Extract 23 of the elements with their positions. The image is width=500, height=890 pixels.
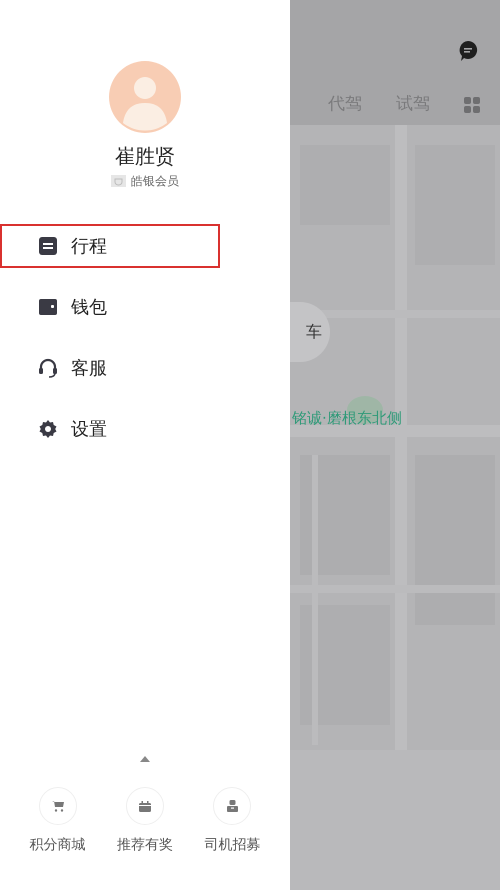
shortcut-button[interactable] — [38, 787, 77, 825]
menu-item[interactable]: 钱包 — [0, 285, 220, 329]
membership-level: 皓银会员 — [131, 173, 179, 190]
menu-item[interactable]: 行程 — [0, 224, 220, 268]
menu-item[interactable]: 客服 — [0, 346, 220, 390]
expand-caret-icon[interactable] — [140, 756, 150, 762]
pickup-label: 铭诚·磨根东北侧 — [292, 408, 402, 429]
calendar-icon — [138, 800, 151, 812]
message-icon[interactable] — [458, 40, 478, 62]
person-icon — [226, 800, 238, 812]
list-icon — [39, 237, 57, 255]
shortcut-button[interactable] — [126, 787, 164, 825]
settings-icon — [39, 420, 57, 438]
headset-icon — [39, 358, 57, 378]
shortcut-label[interactable]: 司机招募 — [204, 835, 260, 856]
user-name: 崔胜贤 — [115, 143, 175, 169]
badge-icon — [111, 175, 126, 187]
shortcut-label[interactable]: 积分商城 — [30, 835, 86, 856]
shortcut-label[interactable]: 推荐有奖 — [116, 835, 173, 856]
shortcut-button[interactable] — [213, 787, 252, 825]
wallet-icon — [39, 299, 57, 315]
cart-icon — [52, 800, 64, 812]
menu-item[interactable]: 设置 — [0, 407, 220, 451]
